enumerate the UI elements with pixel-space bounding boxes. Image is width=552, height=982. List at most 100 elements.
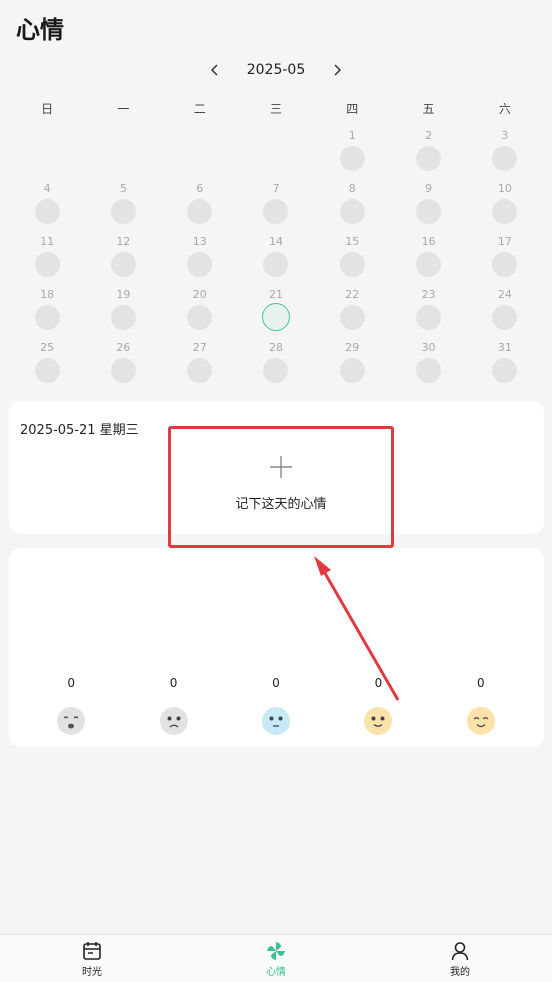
day-number: 9 [425,182,433,195]
day-number: 31 [497,341,512,354]
mood-dot [492,146,518,171]
mood-dot [110,252,136,277]
tab-time[interactable]: 时光 [0,935,184,982]
tab-label: 时光 [82,966,102,978]
calendar-day-6[interactable]: 6 [162,181,238,234]
mood-count: 0 [374,676,383,690]
month-label: 2025-05 [246,62,306,78]
calendar-day-12[interactable]: 12 [85,234,161,287]
weekday-label: 一 [117,102,130,116]
day-number: 4 [43,182,51,195]
calendar-day-13[interactable]: 13 [162,234,238,287]
calendar-day-16[interactable]: 16 [390,234,466,287]
mood-dot [339,146,365,171]
mood-dot [34,252,60,277]
mood-dot [34,358,60,383]
weekday-label: 日 [41,102,54,116]
bottom-tab-bar: 时光 心情 我的 [0,934,552,982]
day-number: 8 [348,182,356,195]
day-number: 14 [268,235,283,248]
mood-stat: 0 [430,676,532,736]
day-number: 30 [421,341,436,354]
day-number: 19 [116,288,131,301]
calendar-day-26[interactable]: 26 [85,340,161,393]
day-number: 24 [497,288,512,301]
calendar-day-31[interactable]: 31 [467,340,543,393]
tab-mine[interactable]: 我的 [368,935,552,982]
calendar-day-2[interactable]: 2 [390,128,466,181]
weekday-label: 三 [269,102,282,116]
day-number: 7 [272,182,280,195]
calendar-day-18[interactable]: 18 [9,287,85,340]
calendar-day-27[interactable]: 27 [162,340,238,393]
next-month-button[interactable] [327,60,347,80]
mood-dot [263,199,289,224]
day-number: 17 [497,235,512,248]
calendar-day-17[interactable]: 17 [467,234,543,287]
mood-count: 0 [169,676,178,690]
calendar-day-30[interactable]: 30 [390,340,466,393]
mood-dot [416,146,442,171]
mood-dot [110,358,136,383]
day-number: 10 [497,182,512,195]
calendar-empty-cell [9,128,85,181]
day-number: 25 [40,341,55,354]
mood-count: 0 [67,676,76,690]
mood-dot [34,199,60,224]
calendar-day-5[interactable]: 5 [85,181,161,234]
calendar-day-11[interactable]: 11 [9,234,85,287]
calendar-day-1[interactable]: 1 [314,128,390,181]
mood-dot [110,199,136,224]
mood-dot [492,358,518,383]
calendar-day-23[interactable]: 23 [390,287,466,340]
prev-month-button[interactable] [205,60,225,80]
mood-dot [416,199,442,224]
day-number: 5 [119,182,127,195]
crying-face-icon [57,707,86,735]
mood-dot [339,252,365,277]
calendar-empty-cell [162,128,238,181]
mood-stat: 0 [122,676,224,736]
day-number: 3 [501,129,509,142]
mood-dot [416,358,442,383]
mood-stats-row: 0 0 0 0 0 [20,676,532,736]
mood-dot [187,199,213,224]
day-number: 6 [196,182,204,195]
mood-dot [492,305,518,330]
day-number: 27 [192,341,207,354]
calendar-day-19[interactable]: 19 [85,287,161,340]
day-number: 13 [192,235,207,248]
calendar-day-14[interactable]: 14 [238,234,314,287]
day-number: 15 [345,235,360,248]
tab-mood[interactable]: 心情 [184,935,368,982]
calendar-day-21[interactable]: 21 [238,287,314,340]
mood-dot [339,358,365,383]
calendar-day-28[interactable]: 28 [238,340,314,393]
mood-dot [110,305,136,330]
calendar-day-15[interactable]: 15 [314,234,390,287]
calendar-day-22[interactable]: 22 [314,287,390,340]
calendar-grid: 1 2 3 4 5 6 7 8 9 10 11 12 13 14 15 16 17 18 19 20 21 22 23 24 2… [9,128,543,393]
calendar-day-8[interactable]: 8 [314,181,390,234]
tab-label: 我的 [450,966,470,978]
mood-dot [34,305,60,330]
calendar-day-7[interactable]: 7 [238,181,314,234]
calendar-day-29[interactable]: 29 [314,340,390,393]
day-number: 1 [348,129,356,142]
calendar-day-4[interactable]: 4 [9,181,85,234]
smile-face-icon [364,707,393,735]
calendar-day-10[interactable]: 10 [467,181,543,234]
tab-label: 心情 [266,966,286,978]
mood-dot [492,199,518,224]
calendar-day-9[interactable]: 9 [390,181,466,234]
calendar-day-20[interactable]: 20 [162,287,238,340]
day-number: 29 [345,341,360,354]
calendar-day-3[interactable]: 3 [467,128,543,181]
day-number: 26 [116,341,131,354]
day-number: 12 [116,235,131,248]
sad-face-icon [159,707,188,735]
weekday-label: 四 [346,102,359,116]
weekday-header: 日 一 二 三 四 五 六 [9,100,543,117]
calendar-day-25[interactable]: 25 [9,340,85,393]
calendar-day-24[interactable]: 24 [467,287,543,340]
